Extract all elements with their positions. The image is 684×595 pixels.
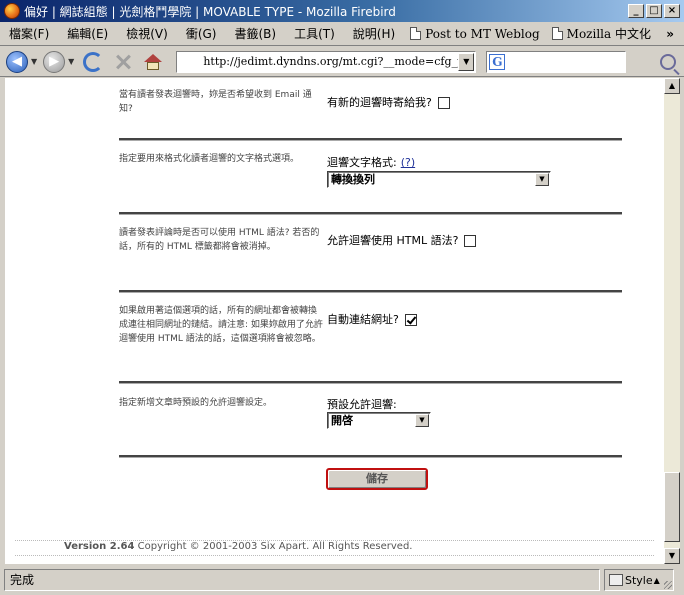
menu-file[interactable]: 檔案(F) [0,25,58,42]
text-format-description: 指定要用來格式化讀者迴響的文字格式選項。 [119,154,300,164]
text-format-select[interactable]: 轉換換列 ▼ [327,171,551,188]
status-bar: 完成 Style ▲ [0,565,684,595]
page-icon [551,27,563,40]
back-button[interactable]: ◀ [6,50,28,73]
page-icon [410,27,422,40]
section-divider [119,212,622,215]
footer-divider [15,555,654,556]
allow-html-label: 允許迴響使用 HTML 語法? [327,234,459,247]
maximize-button[interactable]: □ [646,4,662,18]
scroll-down-arrow-icon[interactable]: ▼ [664,548,680,564]
stop-icon [115,54,131,70]
window-controls: _ □ × [628,4,680,18]
bookmark-label: Post to MT Weblog [425,26,540,41]
menu-bar: 檔案(F) 編輯(E) 檢視(V) 衝(G) 書籤(B) 工具(T) 說明(H)… [0,22,684,46]
section-divider [119,290,622,293]
autolink-label: 自動連結網址? [327,313,399,326]
menu-edit[interactable]: 編輯(E) [58,25,117,42]
forward-history-dropdown-icon[interactable]: ▼ [68,57,74,66]
google-search-engine-icon[interactable]: G [489,53,506,70]
resize-grip-icon[interactable] [664,581,672,589]
home-button[interactable] [142,51,164,73]
style-sheet-icon [609,574,623,586]
menu-bookmarks[interactable]: 書籤(B) [225,25,285,42]
text-format-label: 迴響文字格式: [327,156,397,169]
footer-version: Version 2.64 [64,541,135,552]
allow-html-checkbox[interactable] [464,235,477,247]
close-button[interactable]: × [664,4,680,18]
more-bookmarks-chevron-icon[interactable]: » [666,27,674,41]
style-label: Style [625,573,653,587]
reload-button[interactable] [82,51,104,73]
section-divider [119,381,622,384]
address-bar[interactable]: http://jedimt.dyndns.org/mt.cgi?__mode=c… [176,50,477,73]
save-button[interactable]: 儲存 [326,468,428,490]
section-divider [119,138,622,141]
select-dropdown-icon[interactable]: ▼ [535,173,549,186]
scroll-up-arrow-icon[interactable]: ▲ [664,78,680,94]
style-switcher[interactable]: Style ▲ [604,569,674,591]
email-notify-label: 有新的迴響時寄給我? [327,96,432,109]
search-box[interactable]: G [486,50,627,73]
allow-html-description: 讀者發表評論時是否可以使用 HTML 語法? 若否的話，所有的 HTML 標籤都… [119,228,320,252]
menu-view[interactable]: 檢視(V) [117,25,177,42]
email-notify-control: 有新的迴響時寄給我? [327,94,450,110]
default-comments-label: 預設允許迴響: [327,398,397,411]
bookmark-label: Mozilla 中文化 [566,27,651,41]
window-title: 偏好 | 網誌組態 | 光劍格鬥學院 | MOVABLE TYPE - Mozi… [24,4,396,19]
back-history-dropdown-icon[interactable]: ▼ [31,57,37,66]
search-magnifier-icon[interactable] [660,53,676,70]
firebird-logo-icon [4,3,20,19]
menu-help[interactable]: 說明(H) [344,25,404,42]
text-format-selected: 轉換換列 [331,173,375,186]
footer: Version 2.64 Copyright © 2001-2003 Six A… [64,541,412,552]
text-format-help-link[interactable]: (?) [401,156,415,169]
page-content: 當有讀者發表迴響時，妳是否希望收到 Email 通知? 有新的迴響時寄給我? 指… [5,78,664,564]
minimize-button[interactable]: _ [628,4,644,18]
default-comments-description: 指定新增文章時預設的允許迴響設定。 [119,398,273,408]
email-notify-checkbox[interactable] [437,97,450,109]
menu-tools[interactable]: 工具(T) [285,25,344,42]
footer-copyright: Copyright © 2001-2003 Six Apart. All Rig… [137,541,413,552]
email-notify-description: 當有讀者發表迴響時，妳是否希望收到 Email 通知? [119,90,312,114]
autolink-control: 自動連結網址? [327,311,417,327]
vertical-scrollbar[interactable]: ▲ ▼ [664,78,680,564]
allow-html-control: 允許迴響使用 HTML 語法? [327,232,477,248]
text-format-control: 迴響文字格式: (?) [327,154,415,170]
window-titlebar[interactable]: 偏好 | 網誌組態 | 光劍格鬥學院 | MOVABLE TYPE - Mozi… [0,0,684,22]
bookmark-post-to-mt[interactable]: Post to MT Weblog [404,27,545,41]
section-divider [119,455,622,458]
forward-button[interactable]: ▶ [43,50,66,73]
default-comments-selected: 開啓 [331,414,353,427]
status-text: 完成 [4,569,600,591]
bookmark-mozilla-chinese[interactable]: Mozilla 中文化 [546,25,657,42]
style-menu-arrow-icon: ▲ [653,575,660,585]
autolink-checkbox[interactable] [404,314,417,326]
autolink-description: 如果啟用著這個選項的話，所有的網址都會被轉換成連往相同網址的鏈結。請注意: 如果… [119,306,323,344]
menu-go[interactable]: 衝(G) [177,25,226,42]
default-comments-select[interactable]: 開啓 ▼ [327,412,431,429]
select-dropdown-icon[interactable]: ▼ [415,414,429,427]
reload-icon [83,51,104,72]
scrollbar-thumb[interactable] [664,472,680,542]
navigation-toolbar: ◀ ▼ ▶ ▼ http://jedimt.dyndns.org/mt.cgi?… [0,47,684,77]
address-dropdown-icon[interactable]: ▼ [458,52,475,71]
home-icon [144,53,163,70]
address-url[interactable]: http://jedimt.dyndns.org/mt.cgi?__mode=c… [203,55,458,68]
stop-button[interactable] [112,51,134,73]
